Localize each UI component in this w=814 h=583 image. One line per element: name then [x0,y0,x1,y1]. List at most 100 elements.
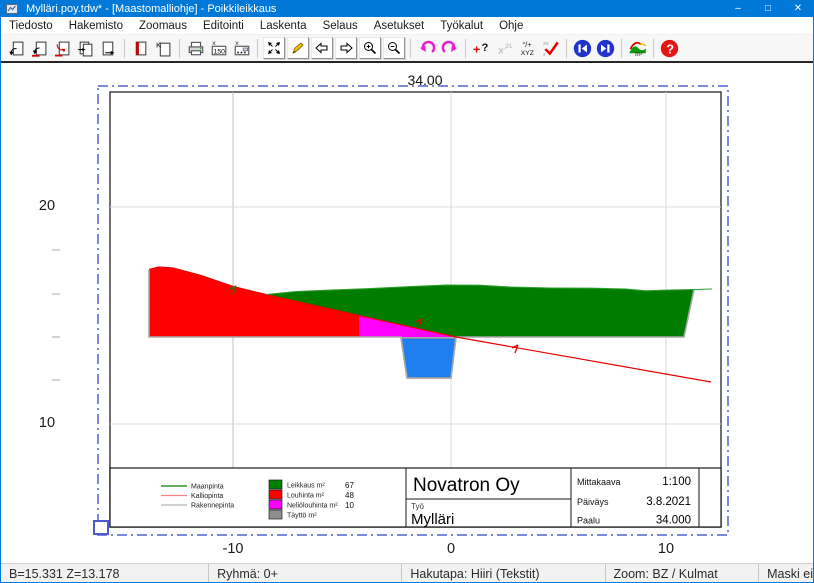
station-top-label: 34.00 [407,72,442,88]
menu-item-tiedosto[interactable]: Tiedosto [1,20,61,32]
file-next-icon[interactable] [97,37,120,59]
menu-bar: Tiedosto Hakemisto Zoomaus Editointi Las… [1,17,813,35]
area-label: Täyttö m² [287,513,317,520]
app-icon [6,3,20,15]
xyz-plus-icon[interactable]: °/+XYZ [516,37,539,59]
svg-text:K: K [156,40,161,49]
menu-item-editointi[interactable]: Editointi [195,20,252,32]
file-open-icon[interactable] [28,37,51,59]
ditch-area [401,338,456,378]
louhinta-swatch [269,490,282,499]
area-m2-icon[interactable]: m² [626,37,649,59]
edit-pencil-icon[interactable] [287,37,309,59]
scale-150-icon[interactable]: x150 [207,37,230,59]
menu-item-tyokalut[interactable]: Työkalut [432,20,491,32]
area-label: Neliölouhinta m² [287,503,338,510]
title-bar: Mylläri.poy.tdw* - [Maastomalliohje] - P… [1,1,813,17]
menu-item-hakemisto[interactable]: Hakemisto [61,20,131,32]
status-bar: B=15.331 Z=13.178 Ryhmä: 0+ Hakutapa: Hi… [1,563,813,583]
date-label: Päiväys [577,497,609,507]
company-name: Novatron Oy [413,475,520,496]
menu-item-laskenta[interactable]: Laskenta [252,20,315,32]
undo-icon[interactable] [415,37,438,59]
toolbar-separator [179,39,180,58]
toolbar-separator [653,39,654,58]
toolbar-separator [566,39,567,58]
superscript-21-icon[interactable]: x21 [493,37,516,59]
svg-text:z: z [543,52,546,57]
svg-text:21: 21 [505,43,513,50]
y-axis-label-10: 10 [39,415,55,431]
toolbar-separator [465,39,466,58]
toolbar-separator [257,39,258,58]
scale-label: Mittakaava [577,477,621,487]
legend-label: Maanpinta [191,484,224,491]
toolbar-separator [124,39,125,58]
toolbar: K x150 x +? x21 °/+XYZ xxz m² ? [1,35,813,63]
zoom-out-icon[interactable] [383,37,405,59]
redo-icon[interactable] [438,37,461,59]
ruler-ticks [52,250,60,380]
close-button[interactable]: ✕ [783,1,813,17]
next-section-icon[interactable] [594,37,617,59]
status-search-mode: Hakutapa: Hiiri (Tekstit) [402,564,605,583]
dimensions-icon[interactable]: x [230,37,253,59]
zoom-extents-icon[interactable] [263,37,285,59]
svg-text:°/+: °/+ [522,40,531,49]
menu-item-ohje[interactable]: Ohje [491,20,531,32]
svg-text:150: 150 [213,48,225,55]
file-save-as-icon[interactable] [74,37,97,59]
svg-text:?: ? [481,42,488,54]
page-preview-icon[interactable] [129,37,152,59]
file-prev-icon[interactable] [5,37,28,59]
area-label: Leikkaus m² [287,483,325,490]
scale-value: 1:100 [662,476,691,488]
prev-section-icon[interactable] [571,37,594,59]
status-group: Ryhmä: 0+ [209,564,402,583]
add-query-point-icon[interactable]: +? [470,37,493,59]
minimize-button[interactable]: – [723,1,753,17]
cross-section-view[interactable]: Maanpinta Kalliopinta Rakennepinta Leikk… [1,63,814,563]
pan-right-icon[interactable] [335,37,357,59]
y-axis-label-20: 20 [39,198,55,214]
menu-item-selaus[interactable]: Selaus [315,20,366,32]
drawing-canvas[interactable]: Maanpinta Kalliopinta Rakennepinta Leikk… [1,63,813,563]
print-icon[interactable] [184,37,207,59]
area-value: 48 [345,491,354,500]
area-value: 10 [345,501,354,510]
svg-text:XYZ: XYZ [520,50,533,57]
page-copy-icon[interactable]: K [152,37,175,59]
status-zoom-mode: Zoom: BZ / Kulmat [606,564,760,583]
toolbar-separator [621,39,622,58]
x-axis-label-m10: -10 [223,541,244,557]
station-value: 34.000 [656,515,691,527]
svg-text:xx: xx [543,41,549,47]
work-value: Mylläri [411,511,454,528]
area-value: 67 [345,481,354,490]
app-window: Mylläri.poy.tdw* - [Maastomalliohje] - P… [0,0,814,583]
title-block: Maanpinta Kalliopinta Rakennepinta Leikk… [110,468,721,528]
legend-label: Rakennepinta [191,503,234,510]
toolbar-separator [410,39,411,58]
svg-text:+: + [473,43,480,57]
accept-check-icon[interactable]: xx z [539,37,562,59]
leikkaus-swatch [269,480,282,489]
station-label: Paalu [577,516,600,526]
menu-item-zoomaus[interactable]: Zoomaus [131,20,195,32]
taytto-swatch [269,510,282,519]
status-coordinates: B=15.331 Z=13.178 [1,564,209,583]
svg-text:x: x [498,46,503,57]
date-value: 3.8.2021 [646,496,691,508]
area-label: Louhinta m² [287,493,325,500]
window-title: Mylläri.poy.tdw* - [Maastomalliohje] - P… [26,3,723,15]
x-axis-label-0: 0 [447,541,455,557]
selection-handle[interactable] [94,521,108,534]
svg-text:m²: m² [635,51,643,58]
file-save-icon[interactable] [51,37,74,59]
zoom-in-icon[interactable] [359,37,381,59]
status-mask: Maski ei [759,564,813,583]
help-icon[interactable]: ? [658,37,681,59]
pan-left-icon[interactable] [311,37,333,59]
maximize-button[interactable]: □ [753,1,783,17]
menu-item-asetukset[interactable]: Asetukset [366,20,433,32]
